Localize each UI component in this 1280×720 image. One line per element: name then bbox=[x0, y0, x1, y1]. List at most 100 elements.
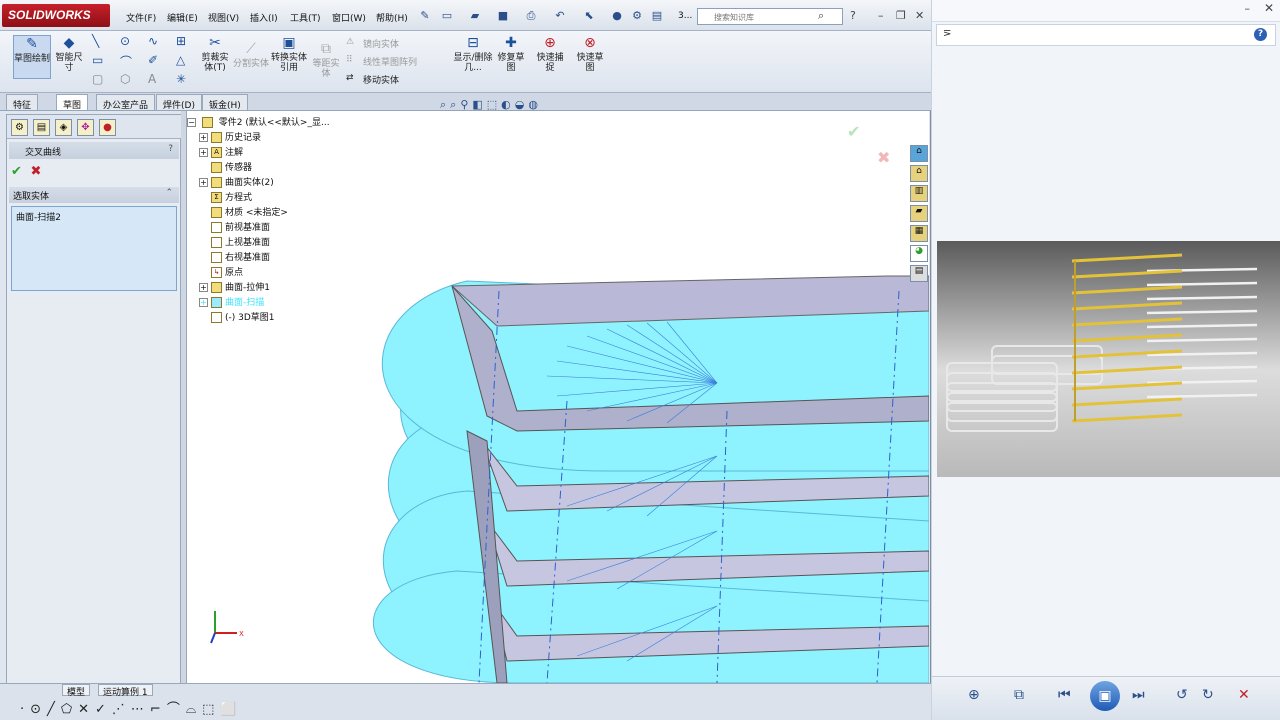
menu-window[interactable]: 窗口(W) bbox=[332, 11, 366, 24]
tab-weldments[interactable]: 焊件(D) bbox=[156, 94, 202, 111]
tree-item-equations[interactable]: Σ 方程式 bbox=[211, 190, 252, 205]
convert-button[interactable]: ▣ 转换实体引用 bbox=[270, 35, 308, 73]
graphics-area[interactable]: ✔ ✖ X bbox=[187, 111, 929, 683]
tree-item-surface-sweep[interactable]: + 曲面-扫描 bbox=[199, 295, 264, 310]
menu-help[interactable]: 帮助(H) bbox=[376, 11, 408, 24]
pen-icon[interactable]: ✐ bbox=[148, 53, 158, 67]
quick-snap-button[interactable]: ⊕ 快速捕捉 bbox=[533, 35, 567, 73]
tree-item-surface-extrude[interactable]: + 曲面-拉伸1 bbox=[199, 280, 270, 295]
feature-tree-icon[interactable]: ⚙ bbox=[11, 119, 28, 136]
triangle-icon[interactable]: △ bbox=[176, 53, 185, 67]
restore-icon[interactable]: ❐ bbox=[896, 9, 906, 22]
tab-sheetmetal[interactable]: 钣金(H) bbox=[202, 94, 248, 111]
move-label[interactable]: 移动实体 bbox=[363, 73, 399, 86]
help-icon[interactable]: ? bbox=[1254, 28, 1267, 41]
slot-icon[interactable]: ▢ bbox=[92, 72, 103, 86]
tab-office[interactable]: 办公室产品 bbox=[96, 94, 156, 111]
delete-icon[interactable]: ✕ bbox=[1238, 687, 1250, 703]
menu-edit[interactable]: 编辑(E) bbox=[167, 11, 198, 24]
arc-icon[interactable]: ⌒ bbox=[120, 53, 132, 70]
tree-item-origin[interactable]: ↳ 原点 bbox=[211, 265, 243, 280]
tree-item-history[interactable]: + 历史记录 bbox=[199, 130, 261, 145]
zoom-icon[interactable]: ⊕ bbox=[968, 687, 980, 703]
split-button[interactable]: ⟋ 分割实体 bbox=[233, 41, 269, 69]
select-icon[interactable]: ⬉ bbox=[582, 9, 596, 23]
circle-icon[interactable]: ⊙ bbox=[120, 34, 130, 48]
menu-view[interactable]: 视图(V) bbox=[208, 11, 239, 24]
menu-file[interactable]: 文件(F) bbox=[126, 11, 156, 24]
rotate-right-icon[interactable]: ↻ bbox=[1202, 687, 1214, 703]
file-explorer-icon[interactable]: ▰ bbox=[910, 205, 928, 222]
tree-item-top-plane[interactable]: 上视基准面 bbox=[211, 235, 270, 250]
selected-entity[interactable]: 曲面-扫描2 bbox=[16, 213, 61, 223]
tree-item-right-plane[interactable]: 右视基准面 bbox=[211, 250, 270, 265]
property-manager-icon[interactable]: ▤ bbox=[33, 119, 50, 136]
menu-tools[interactable]: 工具(T) bbox=[290, 11, 321, 24]
tree-item-surface-bodies[interactable]: + 曲面实体(2) bbox=[199, 175, 274, 190]
tab-motion-study[interactable]: 运动算例 1 bbox=[98, 684, 153, 698]
mirror-icon[interactable]: ⚠ bbox=[346, 37, 354, 47]
save-icon[interactable]: ■ bbox=[496, 9, 510, 23]
help-icon[interactable]: ? bbox=[850, 9, 856, 22]
next-icon[interactable]: ⏭ bbox=[1132, 687, 1145, 703]
previous-icon[interactable]: ⏮ bbox=[1058, 687, 1071, 703]
display-manager-icon[interactable]: ● bbox=[99, 119, 116, 136]
trim-button[interactable]: ✂ 剪裁实体(T) bbox=[198, 35, 232, 73]
home-icon[interactable]: ⌂ bbox=[910, 165, 928, 182]
selection-section-header[interactable]: 选取实体 ⌃ bbox=[9, 187, 179, 203]
polygon-icon[interactable]: ⬡ bbox=[120, 72, 130, 86]
search-icon[interactable]: ⌕ bbox=[818, 9, 824, 23]
open-icon[interactable]: ▰ bbox=[468, 9, 482, 23]
text-icon[interactable]: A bbox=[148, 72, 156, 86]
close-icon[interactable]: ✕ bbox=[915, 9, 924, 22]
tree-root[interactable]: − 零件2 (默认<<默认>_显... bbox=[187, 115, 330, 130]
ok-check-icon[interactable]: ✔ bbox=[11, 164, 22, 179]
tab-model[interactable]: 模型 bbox=[62, 684, 91, 698]
slideshow-icon[interactable]: ▣ bbox=[1090, 681, 1120, 711]
heads-up-view-toolbar[interactable]: ⌕⌕⚲◧⬚◐◒◍ bbox=[440, 98, 542, 112]
quick-sketch-button[interactable]: ⊗ 快速草图 bbox=[573, 35, 607, 73]
dimxpert-icon[interactable]: ✥ bbox=[77, 119, 94, 136]
tab-sketch[interactable]: 草图 bbox=[56, 94, 89, 111]
viewer-address-bar[interactable]: ⋝ ? bbox=[936, 24, 1276, 46]
sketch-button[interactable]: ✎ 草图绘制 bbox=[13, 35, 51, 79]
display-delete-button[interactable]: ⊟ 显示/删除几... bbox=[453, 35, 493, 73]
tree-item-annotations[interactable]: + A 注解 bbox=[199, 145, 243, 160]
spline-icon[interactable]: ∿ bbox=[148, 34, 158, 48]
selection-list[interactable]: 曲面-扫描2 bbox=[11, 206, 177, 291]
undo-icon[interactable]: ↶ bbox=[553, 9, 567, 23]
tree-item-front-plane[interactable]: 前视基准面 bbox=[211, 220, 270, 235]
file-props-icon[interactable]: ▤ bbox=[650, 9, 664, 23]
pin-icon[interactable]: ✎ bbox=[418, 9, 432, 23]
repair-sketch-button[interactable]: ✚ 修复草图 bbox=[495, 35, 527, 73]
rotate-left-icon[interactable]: ↺ bbox=[1176, 687, 1188, 703]
mirror-label[interactable]: 镜向实体 bbox=[363, 37, 399, 50]
close-icon[interactable]: ✕ bbox=[1264, 1, 1274, 15]
print-icon[interactable]: ⎙ bbox=[524, 9, 538, 23]
line-icon[interactable]: ╲ bbox=[92, 34, 99, 48]
smart-dimension-button[interactable]: ◆ 智能尺寸 bbox=[52, 35, 86, 73]
resources-icon[interactable]: ⌂ bbox=[910, 145, 928, 162]
grid-icon[interactable]: ⊞ bbox=[176, 34, 186, 48]
options-icon[interactable]: ⚙ bbox=[630, 9, 644, 23]
pm-help-icon[interactable]: ? bbox=[168, 144, 173, 154]
config-manager-icon[interactable]: ◈ bbox=[55, 119, 72, 136]
custom-properties-icon[interactable]: ▤ bbox=[910, 265, 928, 282]
tree-item-material[interactable]: 材质 <未指定> bbox=[211, 205, 288, 220]
menu-insert[interactable]: 插入(I) bbox=[250, 11, 278, 24]
cancel-x-icon[interactable]: ✖ bbox=[30, 164, 41, 179]
appearances-icon[interactable]: ◕ bbox=[910, 245, 928, 262]
collapse-icon[interactable]: ⌃ bbox=[165, 188, 173, 198]
offset-button[interactable]: ⧉ 等距实体 bbox=[311, 41, 341, 79]
minimize-icon[interactable]: – bbox=[1245, 2, 1251, 15]
move-icon[interactable]: ⇄ bbox=[346, 73, 354, 83]
sketch-toolbar[interactable]: ·⊙╱⬠✕✓⋰⋯⌐⌒⌓⬚⬜ bbox=[0, 698, 243, 720]
design-library-icon[interactable]: ▥ bbox=[910, 185, 928, 202]
view-palette-icon[interactable]: ▦ bbox=[910, 225, 928, 242]
tab-features[interactable]: 特征 bbox=[6, 94, 39, 111]
tree-item-sensors[interactable]: 传感器 bbox=[211, 160, 252, 175]
rectangle-icon[interactable]: ▭ bbox=[92, 53, 103, 67]
tree-item-3d-sketch[interactable]: (-) 3D草图1 bbox=[211, 310, 275, 325]
rebuild-icon[interactable]: ● bbox=[610, 9, 624, 23]
linear-pattern-icon[interactable]: ⠿ bbox=[346, 55, 353, 65]
